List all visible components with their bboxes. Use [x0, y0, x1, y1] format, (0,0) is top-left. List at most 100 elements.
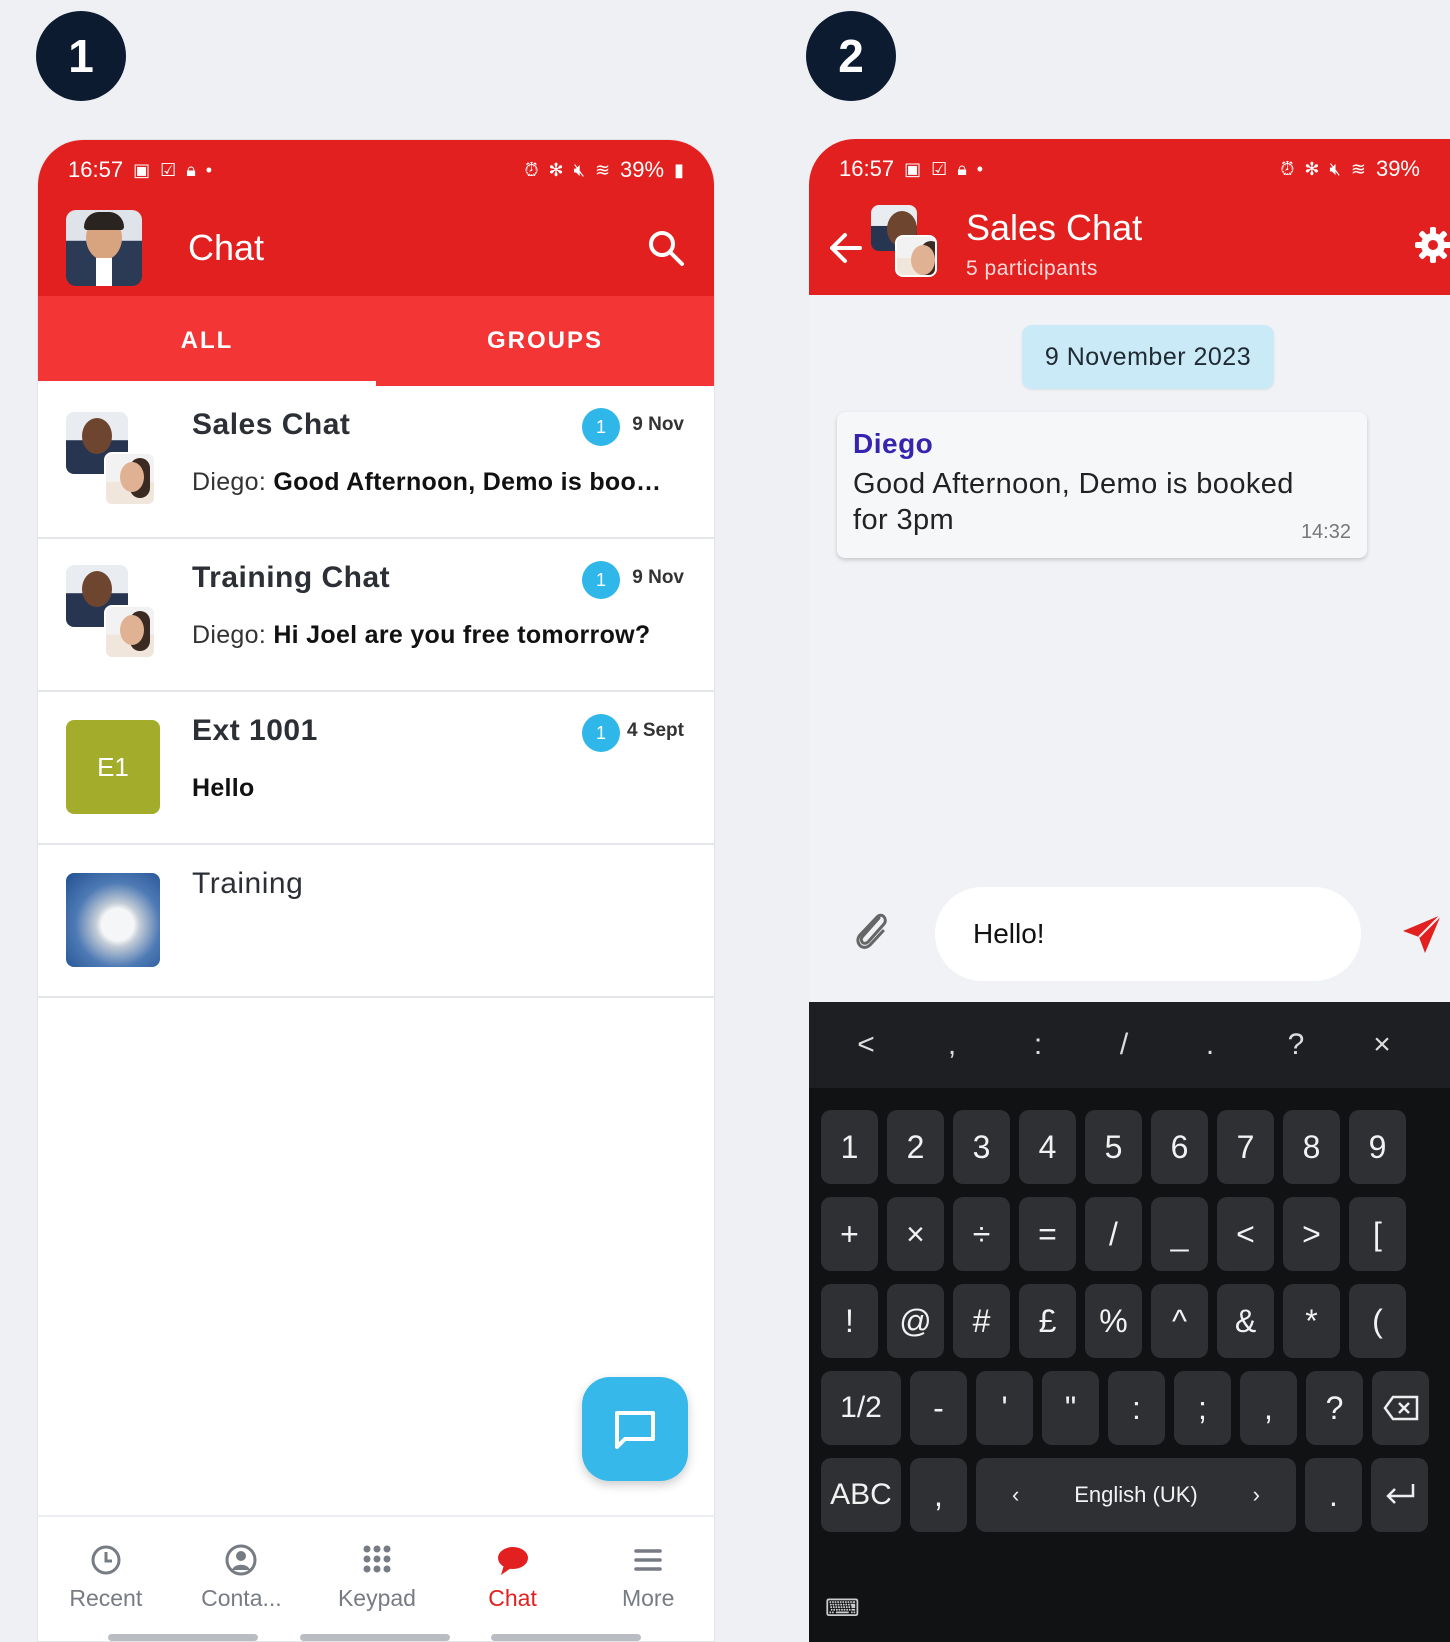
key[interactable]: : [995, 1028, 1081, 1062]
key[interactable]: < [1217, 1197, 1274, 1271]
group-avatar [871, 205, 941, 277]
enter-key[interactable] [1371, 1458, 1428, 1532]
nav-chat[interactable]: Chat [445, 1517, 581, 1641]
key[interactable]: 6 [1151, 1110, 1208, 1184]
send-icon[interactable] [1401, 913, 1443, 955]
nav-label: Keypad [337, 1585, 416, 1611]
chat-title: Training Chat [192, 561, 391, 594]
gear-icon[interactable] [1413, 225, 1450, 265]
period-key[interactable]: . [1305, 1458, 1362, 1532]
keyboard-row-numbers: 1 2 3 4 5 6 7 8 9 [821, 1110, 1406, 1184]
key[interactable]: : [1108, 1371, 1165, 1445]
language-label: English (UK) [1074, 1482, 1198, 1507]
nav-label: Recent [69, 1585, 143, 1611]
menu-icon [634, 1549, 662, 1571]
key[interactable]: > [1283, 1197, 1340, 1271]
nav-contacts[interactable]: Conta... [174, 1517, 310, 1641]
step-badge-2: 2 [806, 11, 896, 101]
key[interactable]: " [1042, 1371, 1099, 1445]
mute-icon: 🔇︎ [573, 159, 585, 180]
key-page-toggle[interactable]: 1/2 [821, 1371, 901, 1445]
key[interactable]: / [1085, 1197, 1142, 1271]
key[interactable]: # [953, 1284, 1010, 1358]
keyboard-switch-icon[interactable]: ⌨ [825, 1594, 860, 1623]
paperclip-icon[interactable] [851, 908, 891, 952]
battery-level: 39% [620, 157, 665, 182]
key[interactable]: ^ [1151, 1284, 1208, 1358]
key[interactable]: * [1283, 1284, 1340, 1358]
key[interactable]: ÷ [953, 1197, 1010, 1271]
key[interactable]: < [823, 1028, 909, 1062]
key[interactable]: & [1217, 1284, 1274, 1358]
key[interactable]: . [1167, 1028, 1253, 1062]
key[interactable]: , [1240, 1371, 1297, 1445]
key[interactable]: ? [1306, 1371, 1363, 1445]
key[interactable]: 5 [1085, 1110, 1142, 1184]
key[interactable]: × [887, 1197, 944, 1271]
backspace-key[interactable] [1372, 1371, 1429, 1445]
key[interactable]: [ [1349, 1197, 1406, 1271]
key[interactable]: ( [1349, 1284, 1406, 1358]
chat-title: Sales Chat [192, 408, 351, 441]
key[interactable]: ! [821, 1284, 878, 1358]
chat-row-training[interactable]: Training [38, 845, 714, 998]
message-bubble[interactable]: Diego Good Afternoon, Demo is booked for… [837, 412, 1367, 558]
wifi-icon: ≋ [1350, 158, 1366, 179]
tab-groups[interactable]: GROUPS [376, 296, 714, 386]
dot-icon: • [976, 158, 984, 179]
bluetooth-icon: ✻ [548, 159, 564, 180]
key[interactable]: 8 [1283, 1110, 1340, 1184]
abc-key[interactable]: ABC [821, 1458, 901, 1532]
key[interactable]: ; [1174, 1371, 1231, 1445]
battery-icon: ▮ [674, 159, 684, 180]
space-key[interactable]: ‹ English (UK) › [976, 1458, 1296, 1532]
key[interactable]: + [821, 1197, 878, 1271]
comma-key[interactable]: , [910, 1458, 967, 1532]
key[interactable]: 2 [887, 1110, 944, 1184]
key[interactable]: - [910, 1371, 967, 1445]
status-time: 16:57 [68, 157, 124, 182]
gesture-bar [300, 1634, 450, 1641]
search-icon[interactable] [646, 228, 686, 268]
conversation-screen: 16:57 ▣ ☑ 🔒︎ • ⏰︎ ✻ 🔇︎ ≋ 39% Sales Chat … [809, 139, 1450, 1642]
chat-row-ext-1001[interactable]: E1 Ext 1001 1 4 Sept Hello [38, 692, 714, 845]
key[interactable]: @ [887, 1284, 944, 1358]
message-icon [615, 1411, 655, 1449]
key[interactable]: 7 [1217, 1110, 1274, 1184]
gallery-icon: ▣ [904, 158, 922, 179]
key[interactable]: × [1339, 1028, 1425, 1062]
key[interactable]: _ [1151, 1197, 1208, 1271]
user-avatar[interactable] [66, 210, 142, 286]
key[interactable]: £ [1019, 1284, 1076, 1358]
gallery-icon: ▣ [133, 159, 151, 180]
key[interactable]: 3 [953, 1110, 1010, 1184]
chat-tabs: ALL GROUPS [38, 296, 714, 386]
conversation-title: Sales Chat [966, 207, 1143, 248]
chat-row-sales-chat[interactable]: Sales Chat 1 9 Nov Diego: Good Afternoon… [38, 386, 714, 539]
nav-more[interactable]: More [580, 1517, 714, 1641]
unread-badge: 1 [582, 408, 620, 446]
key[interactable]: ' [976, 1371, 1033, 1445]
key[interactable]: 1 [821, 1110, 878, 1184]
status-bar: 16:57 ▣ ☑ 🔒︎ • ⏰︎ ✻ 🔇︎ ≋ 39% [809, 139, 1450, 199]
tab-all[interactable]: ALL [38, 296, 376, 386]
key[interactable]: % [1085, 1284, 1142, 1358]
key[interactable]: ? [1253, 1028, 1339, 1062]
key[interactable]: , [909, 1028, 995, 1062]
keyboard-row-symbols: ! @ # £ % ^ & * ( [821, 1284, 1406, 1358]
app-bar: Chat [38, 200, 714, 296]
new-chat-button[interactable] [582, 1377, 688, 1481]
nav-keypad[interactable]: Keypad [309, 1517, 445, 1641]
key[interactable]: 9 [1349, 1110, 1406, 1184]
key[interactable]: / [1081, 1028, 1167, 1062]
nav-recent[interactable]: Recent [38, 1517, 174, 1641]
message-input[interactable] [935, 887, 1361, 981]
chat-title: Ext 1001 [192, 714, 318, 747]
chat-title: Training [192, 867, 304, 900]
keyboard-row-punctuation: 1/2 - ' " : ; , ? [821, 1371, 1429, 1445]
alarm-icon: ⏰︎ [1280, 158, 1295, 179]
back-arrow-icon[interactable] [827, 231, 863, 265]
chat-row-training-chat[interactable]: Training Chat 1 9 Nov Diego: Hi Joel are… [38, 539, 714, 692]
key[interactable]: = [1019, 1197, 1076, 1271]
key[interactable]: 4 [1019, 1110, 1076, 1184]
